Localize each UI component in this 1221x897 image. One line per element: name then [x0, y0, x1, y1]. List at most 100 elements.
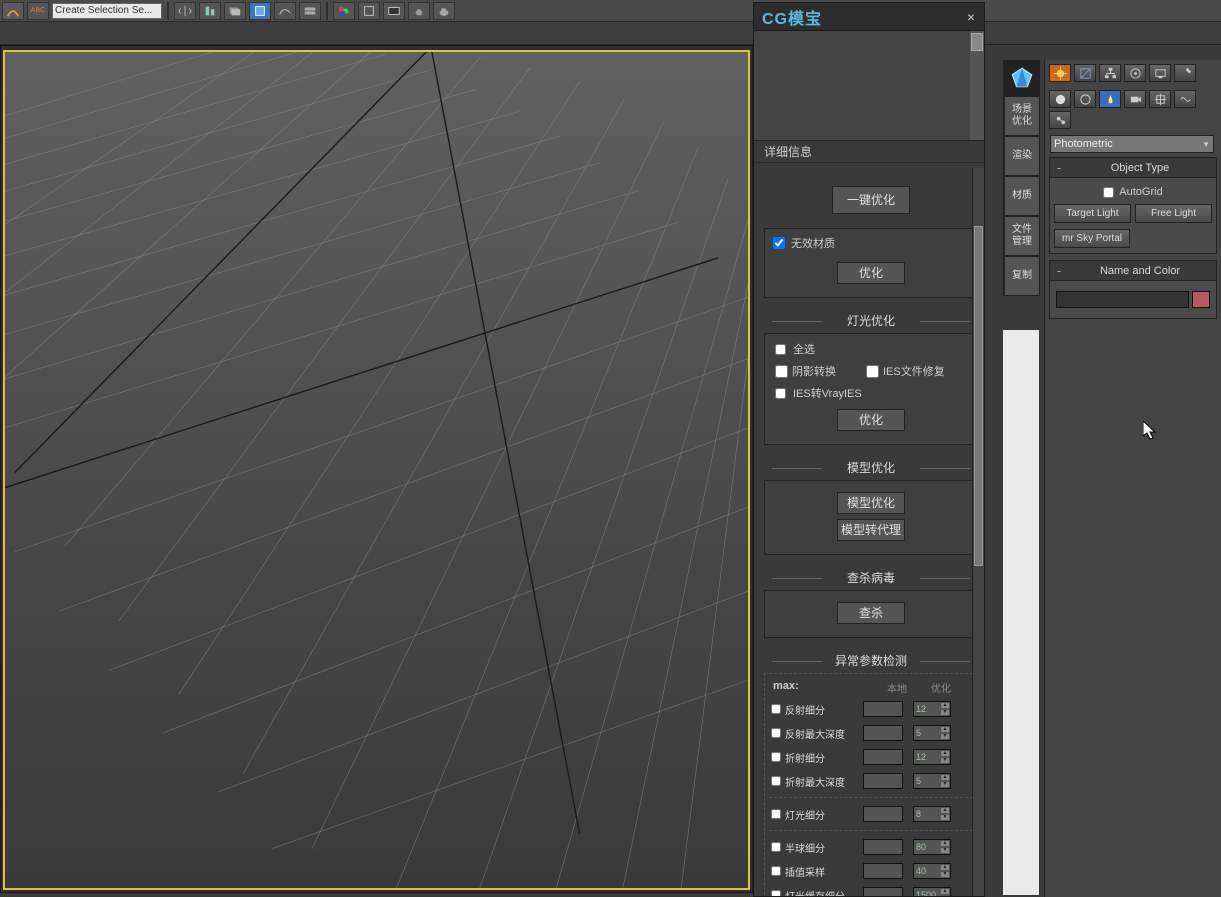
spinner-up-icon[interactable]: ▲: [940, 840, 950, 847]
lights-icon[interactable]: [1099, 90, 1121, 108]
param-opt-spinner[interactable]: 5▲▼: [913, 725, 951, 741]
utilities-tab-icon[interactable]: [1174, 64, 1196, 82]
modify-tab-icon[interactable]: [1074, 64, 1096, 82]
param-opt-spinner[interactable]: 80▲▼: [913, 839, 951, 855]
rollout-header[interactable]: - Object Type: [1050, 158, 1216, 178]
light-type-dropdown[interactable]: Photometric ▼: [1050, 135, 1214, 153]
invalid-material-check[interactable]: [773, 237, 785, 249]
tool-icon-render-setup[interactable]: [358, 2, 380, 20]
plugin-body-scrollbar[interactable]: [972, 168, 984, 896]
param-opt-spinner[interactable]: 1500▲▼: [913, 887, 951, 896]
tool-icon-abc[interactable]: ABC: [27, 2, 49, 20]
object-name-input[interactable]: [1056, 291, 1189, 308]
param-local-box[interactable]: [863, 806, 903, 822]
param-check[interactable]: [771, 728, 781, 738]
param-local-box[interactable]: [863, 773, 903, 789]
spinner-up-icon[interactable]: ▲: [940, 807, 950, 814]
tool-icon-teapot-render[interactable]: [433, 2, 455, 20]
gem-icon[interactable]: [1004, 60, 1040, 96]
param-check[interactable]: [771, 809, 781, 819]
tool-icon-schematic[interactable]: [299, 2, 321, 20]
side-tab-1[interactable]: 渲染: [1004, 136, 1040, 176]
tool-icon-arc[interactable]: [2, 2, 24, 20]
display-tab-icon[interactable]: [1149, 64, 1171, 82]
tool-icon-scene[interactable]: [249, 2, 271, 20]
param-opt-spinner[interactable]: 5▲▼: [913, 773, 951, 789]
param-local-box[interactable]: [863, 839, 903, 855]
sky-portal-button[interactable]: mr Sky Portal: [1054, 229, 1130, 248]
preview-scrollbar[interactable]: [970, 31, 984, 140]
plugin-body-scroll-thumb[interactable]: [974, 226, 983, 566]
side-tab-4[interactable]: 复制: [1004, 256, 1040, 296]
param-check[interactable]: [771, 752, 781, 762]
object-color-swatch[interactable]: [1192, 291, 1210, 308]
side-tab-0[interactable]: 场景 优化: [1004, 96, 1040, 136]
param-opt-spinner[interactable]: 8▲▼: [913, 806, 951, 822]
tool-icon-render-frame[interactable]: [383, 2, 405, 20]
rollout-header[interactable]: - Name and Color: [1050, 261, 1216, 281]
material-optimize-button[interactable]: 优化: [837, 262, 905, 284]
side-tab-3[interactable]: 文件 管理: [1004, 216, 1040, 256]
ies-to-vray-checkbox[interactable]: IES转VrayIES: [765, 382, 977, 404]
spacewarps-icon[interactable]: [1174, 90, 1196, 108]
spinner-down-icon[interactable]: ▼: [940, 895, 950, 896]
preview-scroll-thumb[interactable]: [971, 33, 983, 51]
tool-icon-material[interactable]: [333, 2, 355, 20]
spinner-up-icon[interactable]: ▲: [940, 726, 950, 733]
shadow-convert-checkbox[interactable]: 阴影转换: [775, 363, 836, 379]
tool-icon-curve-editor[interactable]: [274, 2, 296, 20]
spinner-down-icon[interactable]: ▼: [940, 871, 950, 878]
param-local-box[interactable]: [863, 887, 903, 896]
spinner-up-icon[interactable]: ▲: [940, 774, 950, 781]
param-local-box[interactable]: [863, 863, 903, 879]
param-check[interactable]: [771, 866, 781, 876]
param-check[interactable]: [771, 842, 781, 852]
hierarchy-tab-icon[interactable]: [1099, 64, 1121, 82]
model-to-proxy-button[interactable]: 模型转代理: [837, 519, 905, 541]
spinner-down-icon[interactable]: ▼: [940, 847, 950, 854]
create-tab-icon[interactable]: [1049, 64, 1071, 82]
free-light-button[interactable]: Free Light: [1135, 204, 1212, 223]
shapes-icon[interactable]: [1074, 90, 1096, 108]
close-icon[interactable]: ×: [964, 9, 978, 25]
param-check[interactable]: [771, 776, 781, 786]
cameras-icon[interactable]: [1124, 90, 1146, 108]
helpers-icon[interactable]: [1149, 90, 1171, 108]
virus-kill-button[interactable]: 查杀: [837, 602, 905, 624]
param-local-box[interactable]: [863, 701, 903, 717]
spinner-down-icon[interactable]: ▼: [940, 814, 950, 821]
param-local-box[interactable]: [863, 725, 903, 741]
invalid-material-checkbox[interactable]: 无效材质: [765, 229, 977, 257]
param-check[interactable]: [771, 890, 781, 896]
ies-fix-checkbox[interactable]: IES文件修复: [866, 363, 945, 379]
param-local-box[interactable]: [863, 749, 903, 765]
spinner-up-icon[interactable]: ▲: [940, 864, 950, 871]
spinner-up-icon[interactable]: ▲: [940, 888, 950, 895]
param-opt-spinner[interactable]: 12▲▼: [913, 749, 951, 765]
perspective-viewport[interactable]: [3, 50, 750, 890]
tool-icon-layers[interactable]: [224, 2, 246, 20]
select-all-checkbox[interactable]: 全选: [765, 338, 977, 360]
select-all-check[interactable]: [775, 344, 786, 355]
selection-set-dropdown[interactable]: [52, 3, 162, 19]
autogrid-checkbox[interactable]: AutoGrid: [1054, 183, 1212, 201]
target-light-button[interactable]: Target Light: [1054, 204, 1131, 223]
spinner-up-icon[interactable]: ▲: [940, 702, 950, 709]
param-check[interactable]: [771, 704, 781, 714]
systems-icon[interactable]: [1049, 111, 1071, 129]
param-opt-spinner[interactable]: 40▲▼: [913, 863, 951, 879]
param-opt-spinner[interactable]: 12▲▼: [913, 701, 951, 717]
tool-icon-align[interactable]: [199, 2, 221, 20]
one-click-optimize-button[interactable]: 一键优化: [832, 186, 910, 214]
light-optimize-button[interactable]: 优化: [837, 409, 905, 431]
spinner-down-icon[interactable]: ▼: [940, 709, 950, 716]
motion-tab-icon[interactable]: [1124, 64, 1146, 82]
tool-icon-mirror[interactable]: [174, 2, 196, 20]
spinner-down-icon[interactable]: ▼: [940, 781, 950, 788]
spinner-down-icon[interactable]: ▼: [940, 733, 950, 740]
spinner-down-icon[interactable]: ▼: [940, 757, 950, 764]
model-optimize-button[interactable]: 模型优化: [837, 492, 905, 514]
spinner-up-icon[interactable]: ▲: [940, 750, 950, 757]
side-tab-2[interactable]: 材质: [1004, 176, 1040, 216]
geom-icon[interactable]: [1049, 90, 1071, 108]
